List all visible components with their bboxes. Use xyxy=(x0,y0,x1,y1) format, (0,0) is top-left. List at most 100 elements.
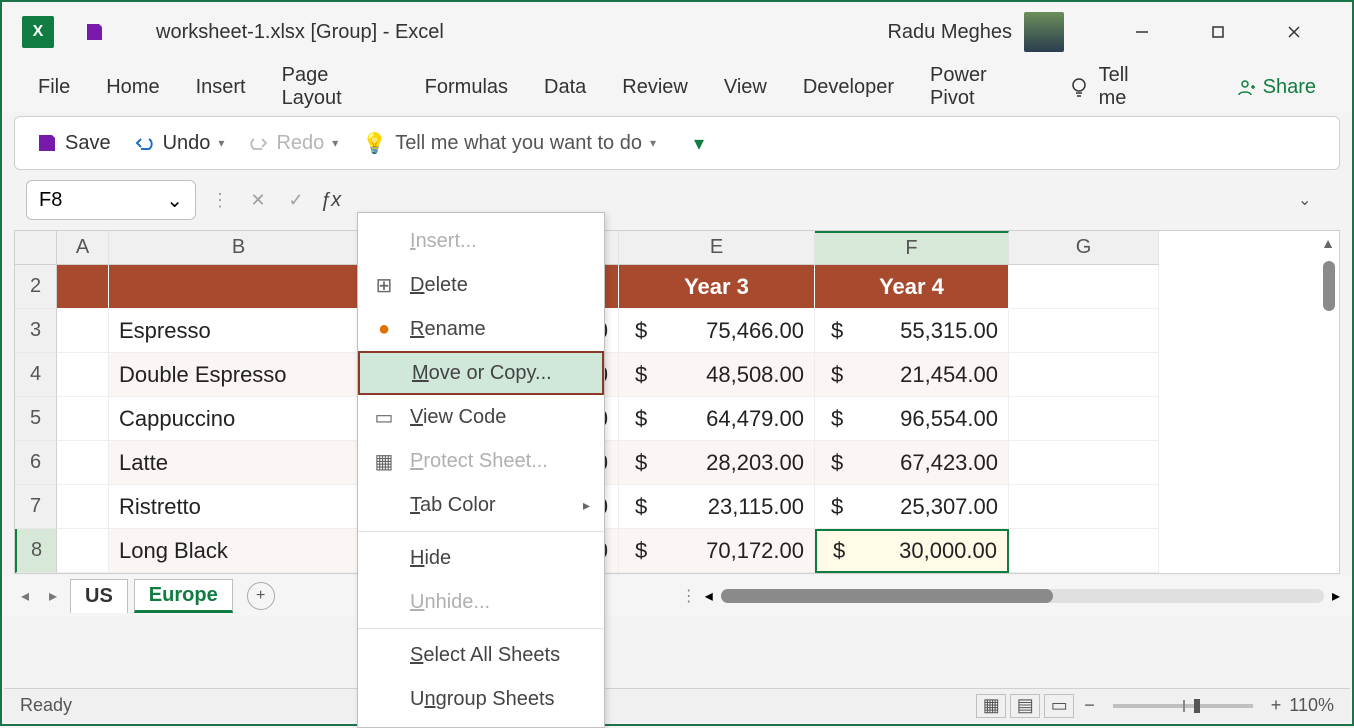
pin-icon[interactable]: ▾ xyxy=(694,131,704,156)
sheet-tab-europe[interactable]: Europe xyxy=(134,579,233,613)
col-header-G[interactable]: G xyxy=(1009,231,1159,265)
menu-rename[interactable]: ●Rename xyxy=(358,307,604,351)
add-sheet-button[interactable]: + xyxy=(247,582,275,610)
cell-year4[interactable]: $96,554.00 xyxy=(815,397,1009,441)
cell-year4[interactable]: $21,454.00 xyxy=(815,353,1009,397)
cell-product[interactable]: Cappuccino xyxy=(109,397,369,441)
cell-product[interactable]: Double Espresso xyxy=(109,353,369,397)
cell-year3[interactable]: $64,479.00 xyxy=(619,397,815,441)
tab-home[interactable]: Home xyxy=(106,76,159,99)
chevron-down-icon[interactable]: ⌄ xyxy=(166,188,183,213)
row-header[interactable]: 4 xyxy=(15,353,57,397)
more-icon[interactable]: ⋮ xyxy=(681,586,697,606)
scroll-left-icon[interactable]: ◂ xyxy=(705,586,713,606)
scroll-up-icon[interactable]: ▲ xyxy=(1321,235,1335,251)
close-button[interactable] xyxy=(1274,12,1314,52)
qat-undo[interactable]: Undo ▾ xyxy=(129,132,231,155)
tab-review[interactable]: Review xyxy=(622,76,688,99)
tell-me-button[interactable]: Tell me xyxy=(1068,64,1159,110)
cell[interactable] xyxy=(1009,353,1159,397)
fx-icon[interactable]: ƒx xyxy=(320,189,341,212)
row-header[interactable]: 2 xyxy=(15,265,57,309)
sheet-tab-us[interactable]: US xyxy=(70,579,128,613)
view-page-layout-icon[interactable]: ▤ xyxy=(1010,694,1040,718)
menu-view-code[interactable]: ▭View Code xyxy=(358,395,604,439)
cell[interactable] xyxy=(57,353,109,397)
tab-power-pivot[interactable]: Power Pivot xyxy=(930,64,1032,110)
sheet-nav-prev[interactable]: ◂ xyxy=(14,586,36,606)
tab-developer[interactable]: Developer xyxy=(803,76,894,99)
cell-year3[interactable]: $23,115.00 xyxy=(619,485,815,529)
tab-formulas[interactable]: Formulas xyxy=(425,76,508,99)
cell-header-year3[interactable]: Year 3 xyxy=(619,265,815,309)
more-icon[interactable]: ⋮ xyxy=(206,186,234,214)
cell[interactable] xyxy=(57,397,109,441)
cell-year4[interactable]: $55,315.00 xyxy=(815,309,1009,353)
menu-ungroup-sheets[interactable]: Ungroup Sheets xyxy=(358,677,604,721)
col-header-B[interactable]: B xyxy=(109,231,369,265)
name-box[interactable]: F8 ⌄ xyxy=(26,180,196,220)
tab-data[interactable]: Data xyxy=(544,76,586,99)
cell[interactable] xyxy=(57,485,109,529)
zoom-level[interactable]: 110% xyxy=(1289,695,1334,716)
menu-select-all-sheets[interactable]: Select All Sheets xyxy=(358,633,604,677)
user-name[interactable]: Radu Meghes xyxy=(887,21,1012,44)
row-header[interactable]: 3 xyxy=(15,309,57,353)
menu-tab-color[interactable]: Tab Color▸ xyxy=(358,483,604,527)
row-header[interactable]: 5 xyxy=(15,397,57,441)
cell-year3[interactable]: $75,466.00 xyxy=(619,309,815,353)
cell[interactable] xyxy=(1009,441,1159,485)
scrollbar-thumb[interactable] xyxy=(721,589,1053,603)
cell-year3[interactable]: $28,203.00 xyxy=(619,441,815,485)
cell[interactable] xyxy=(57,529,109,573)
row-header[interactable]: 7 xyxy=(15,485,57,529)
menu-move-copy[interactable]: Move or Copy... xyxy=(358,351,604,395)
col-header-F[interactable]: F xyxy=(815,231,1009,265)
zoom-in-button[interactable]: + xyxy=(1271,695,1282,716)
save-icon[interactable] xyxy=(82,20,106,44)
zoom-out-button[interactable]: − xyxy=(1084,695,1095,716)
cell[interactable] xyxy=(57,441,109,485)
cell-product[interactable]: Long Black xyxy=(109,529,369,573)
maximize-button[interactable] xyxy=(1198,12,1238,52)
cell[interactable] xyxy=(1009,485,1159,529)
qat-save[interactable]: Save xyxy=(31,132,117,155)
cell[interactable] xyxy=(1009,309,1159,353)
cell-product[interactable]: Ristretto xyxy=(109,485,369,529)
tell-me-search[interactable]: 💡 Tell me what you want to do ▾ xyxy=(356,131,662,156)
cell-product[interactable]: Espresso xyxy=(109,309,369,353)
menu-hide[interactable]: Hide xyxy=(358,536,604,580)
vertical-scrollbar[interactable]: ▲ xyxy=(1319,231,1337,573)
row-header[interactable]: 8 xyxy=(15,529,57,573)
tab-page-layout[interactable]: Page Layout xyxy=(282,64,389,110)
cell-year3[interactable]: $70,172.00 xyxy=(619,529,815,573)
cell[interactable] xyxy=(57,265,109,309)
user-avatar[interactable] xyxy=(1024,12,1064,52)
menu-delete[interactable]: ⊞Delete xyxy=(358,263,604,307)
sheet-nav-next[interactable]: ▸ xyxy=(42,586,64,606)
cell-year4[interactable]: $30,000.00 xyxy=(815,529,1009,573)
cell[interactable] xyxy=(57,309,109,353)
minimize-button[interactable] xyxy=(1122,12,1162,52)
row-header[interactable]: 6 xyxy=(15,441,57,485)
chevron-down-icon[interactable]: ▾ xyxy=(218,136,224,150)
cell[interactable] xyxy=(1009,529,1159,573)
horizontal-scrollbar[interactable]: ⋮ ◂ ▸ xyxy=(681,586,1340,606)
expand-formula-icon[interactable]: ⌄ xyxy=(1298,190,1328,210)
tab-file[interactable]: File xyxy=(38,76,70,99)
col-header-A[interactable]: A xyxy=(57,231,109,265)
view-normal-icon[interactable]: ▦ xyxy=(976,694,1006,718)
cell[interactable] xyxy=(1009,397,1159,441)
cell-year4[interactable]: $67,423.00 xyxy=(815,441,1009,485)
zoom-slider[interactable] xyxy=(1113,704,1253,708)
select-all-corner[interactable] xyxy=(15,231,57,265)
tab-insert[interactable]: Insert xyxy=(196,76,246,99)
cell[interactable] xyxy=(109,265,369,309)
tab-view[interactable]: View xyxy=(724,76,767,99)
scrollbar-thumb[interactable] xyxy=(1323,261,1335,311)
cell-year3[interactable]: $48,508.00 xyxy=(619,353,815,397)
col-header-E[interactable]: E xyxy=(619,231,815,265)
cell-year4[interactable]: $25,307.00 xyxy=(815,485,1009,529)
scroll-right-icon[interactable]: ▸ xyxy=(1332,586,1340,606)
view-page-break-icon[interactable]: ▭ xyxy=(1044,694,1074,718)
